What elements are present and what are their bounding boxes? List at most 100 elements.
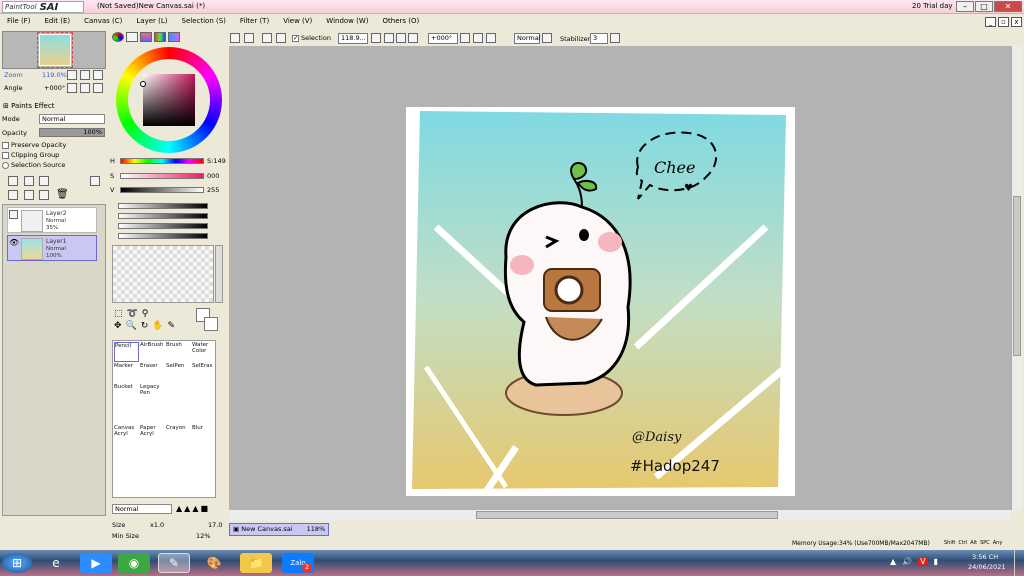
- zoom-fit-icon[interactable]: [408, 33, 418, 43]
- tool-legacy-pen[interactable]: Legacy Pen: [140, 384, 165, 404]
- size-value[interactable]: 17.0: [208, 521, 222, 529]
- size-multiplier[interactable]: x1.0: [150, 521, 164, 529]
- stroke-slider[interactable]: [118, 203, 208, 209]
- zoom-in-toolbar-icon[interactable]: [396, 33, 406, 43]
- zoom-combo[interactable]: 118.9...: [338, 33, 368, 44]
- artwork-canvas[interactable]: Chee ♥ @Daisy #Hadop247: [406, 107, 795, 496]
- canvas-area[interactable]: Chee ♥ @Daisy #Hadop247: [229, 46, 1011, 510]
- vertical-scroll-thumb[interactable]: [1013, 196, 1021, 356]
- eye-icon[interactable]: 👁: [9, 238, 19, 247]
- rotate-icon[interactable]: ↻: [141, 321, 149, 331]
- clear-layer-icon[interactable]: [39, 190, 49, 200]
- scratch-pad[interactable]: [112, 245, 214, 303]
- new-folder-icon[interactable]: [39, 176, 49, 186]
- menu-filter[interactable]: Filter (T): [233, 15, 276, 29]
- stroke-slider[interactable]: [118, 213, 208, 219]
- layer-row-selected[interactable]: 👁 Layer1 Normal 100%: [7, 235, 97, 261]
- view-blend-combo[interactable]: Normal: [514, 33, 541, 44]
- undo-icon[interactable]: [230, 33, 240, 43]
- painttool-sai-icon[interactable]: ✎: [158, 553, 190, 573]
- minimize-button[interactable]: –: [956, 1, 974, 12]
- hsv-slider-tab-icon[interactable]: [140, 32, 152, 42]
- mdi-minimize-button[interactable]: _: [985, 17, 996, 27]
- mdi-close-button[interactable]: x: [1011, 17, 1022, 27]
- rotate-reset-button[interactable]: [93, 83, 103, 93]
- new-layer-icon[interactable]: [8, 176, 18, 186]
- tool-blur[interactable]: Blur: [192, 425, 217, 445]
- mdi-restore-button[interactable]: ▫: [998, 17, 1009, 27]
- lasso-select-icon[interactable]: ➰: [127, 309, 138, 319]
- brush-shape-1-icon[interactable]: ▲: [176, 504, 182, 513]
- menu-others[interactable]: Others (O): [376, 15, 427, 29]
- close-button[interactable]: ✕: [994, 1, 1022, 12]
- tray-up-arrow-icon[interactable]: ▲: [890, 557, 896, 566]
- stabilizer-dropdown-icon[interactable]: [610, 33, 620, 43]
- stroke-slider[interactable]: [118, 233, 208, 239]
- unikey-icon[interactable]: V: [918, 557, 928, 566]
- menu-selection[interactable]: Selection (S): [175, 15, 233, 29]
- invert-selection-icon[interactable]: [276, 33, 286, 43]
- rotate-right-toolbar-icon[interactable]: [473, 33, 483, 43]
- scratch-pad-scrollbar[interactable]: [215, 245, 223, 303]
- redo-icon[interactable]: [244, 33, 254, 43]
- rgb-slider-tab-icon[interactable]: [126, 32, 138, 42]
- vertical-scrollbar[interactable]: [1011, 46, 1022, 510]
- swatches-tab-icon[interactable]: [154, 32, 166, 42]
- volume-icon[interactable]: 🔊: [902, 557, 912, 566]
- navigator-panel[interactable]: [2, 31, 106, 69]
- magic-wand-icon[interactable]: ⚲: [142, 309, 149, 319]
- clipping-group-checkbox[interactable]: Clipping Group: [2, 151, 59, 159]
- zalo-icon[interactable]: Zalo 2: [282, 553, 314, 573]
- tool-airbrush[interactable]: AirBrush: [140, 342, 165, 362]
- zoom-reset-button[interactable]: [93, 70, 103, 80]
- internet-explorer-icon[interactable]: e: [40, 553, 72, 573]
- move-icon[interactable]: ✥: [114, 321, 122, 331]
- navigator-view-frame[interactable]: [37, 32, 73, 68]
- preserve-opacity-checkbox[interactable]: Preserve Opacity: [2, 141, 66, 149]
- zoom-dropdown-icon[interactable]: [371, 33, 381, 43]
- layer-row[interactable]: Layer2 Normal 35%: [7, 207, 97, 233]
- deselect-icon[interactable]: [262, 33, 272, 43]
- stroke-slider[interactable]: [118, 223, 208, 229]
- clock-time[interactable]: 3:56 CH: [972, 553, 998, 561]
- color-wheel[interactable]: [116, 47, 222, 153]
- tool-eraser[interactable]: Eraser: [140, 363, 165, 383]
- zoom-value[interactable]: 119.0%: [42, 71, 67, 79]
- saturation-slider[interactable]: [120, 173, 204, 179]
- visibility-toggle-icon[interactable]: [9, 210, 18, 219]
- selection-source-checkbox[interactable]: Selection Source: [2, 161, 65, 169]
- transfer-down-icon[interactable]: [8, 190, 18, 200]
- angle-value[interactable]: +000°: [44, 84, 65, 92]
- zoom-out-toolbar-icon[interactable]: [384, 33, 394, 43]
- coccoc-browser-icon[interactable]: ◉: [118, 553, 150, 573]
- color-mixer-tab-icon[interactable]: [168, 32, 180, 42]
- maximize-button[interactable]: □: [975, 1, 993, 12]
- rotate-right-button[interactable]: [80, 83, 90, 93]
- tool-brush[interactable]: Brush: [166, 342, 191, 362]
- tool-canvas-acryl[interactable]: Canvas Acryl: [114, 425, 139, 445]
- brush-mode-select[interactable]: Normal: [112, 504, 172, 514]
- menu-layer[interactable]: Layer (L): [129, 15, 174, 29]
- merge-down-icon[interactable]: [24, 190, 34, 200]
- menu-canvas[interactable]: Canvas (C): [77, 15, 129, 29]
- rotate-reset-toolbar-icon[interactable]: [486, 33, 496, 43]
- saturation-value-square[interactable]: [143, 74, 195, 126]
- tool-crayon[interactable]: Crayon: [166, 425, 191, 445]
- start-button-icon[interactable]: ⊞: [2, 553, 32, 573]
- rotate-left-toolbar-icon[interactable]: [460, 33, 470, 43]
- blend-mode-select[interactable]: Normal: [39, 114, 105, 124]
- artwork-illustration[interactable]: Chee ♥ @Daisy #Hadop247: [406, 107, 795, 496]
- opacity-slider[interactable]: 100%: [39, 128, 105, 137]
- zoom-in-button[interactable]: [80, 70, 90, 80]
- zoom-out-button[interactable]: [67, 70, 77, 80]
- menu-view[interactable]: View (V): [276, 15, 319, 29]
- rotate-left-button[interactable]: [67, 83, 77, 93]
- angle-combo[interactable]: +000°: [428, 33, 458, 44]
- menu-window[interactable]: Window (W): [319, 15, 375, 29]
- zoom-app-icon[interactable]: ▶: [80, 553, 112, 573]
- color-picker-cursor-icon[interactable]: [140, 81, 146, 87]
- eyedropper-icon[interactable]: ✎: [168, 321, 176, 331]
- tool-marker[interactable]: Marker: [114, 363, 139, 383]
- secondary-color-swatch[interactable]: [204, 317, 218, 331]
- trash-icon[interactable]: 🗑: [56, 189, 69, 200]
